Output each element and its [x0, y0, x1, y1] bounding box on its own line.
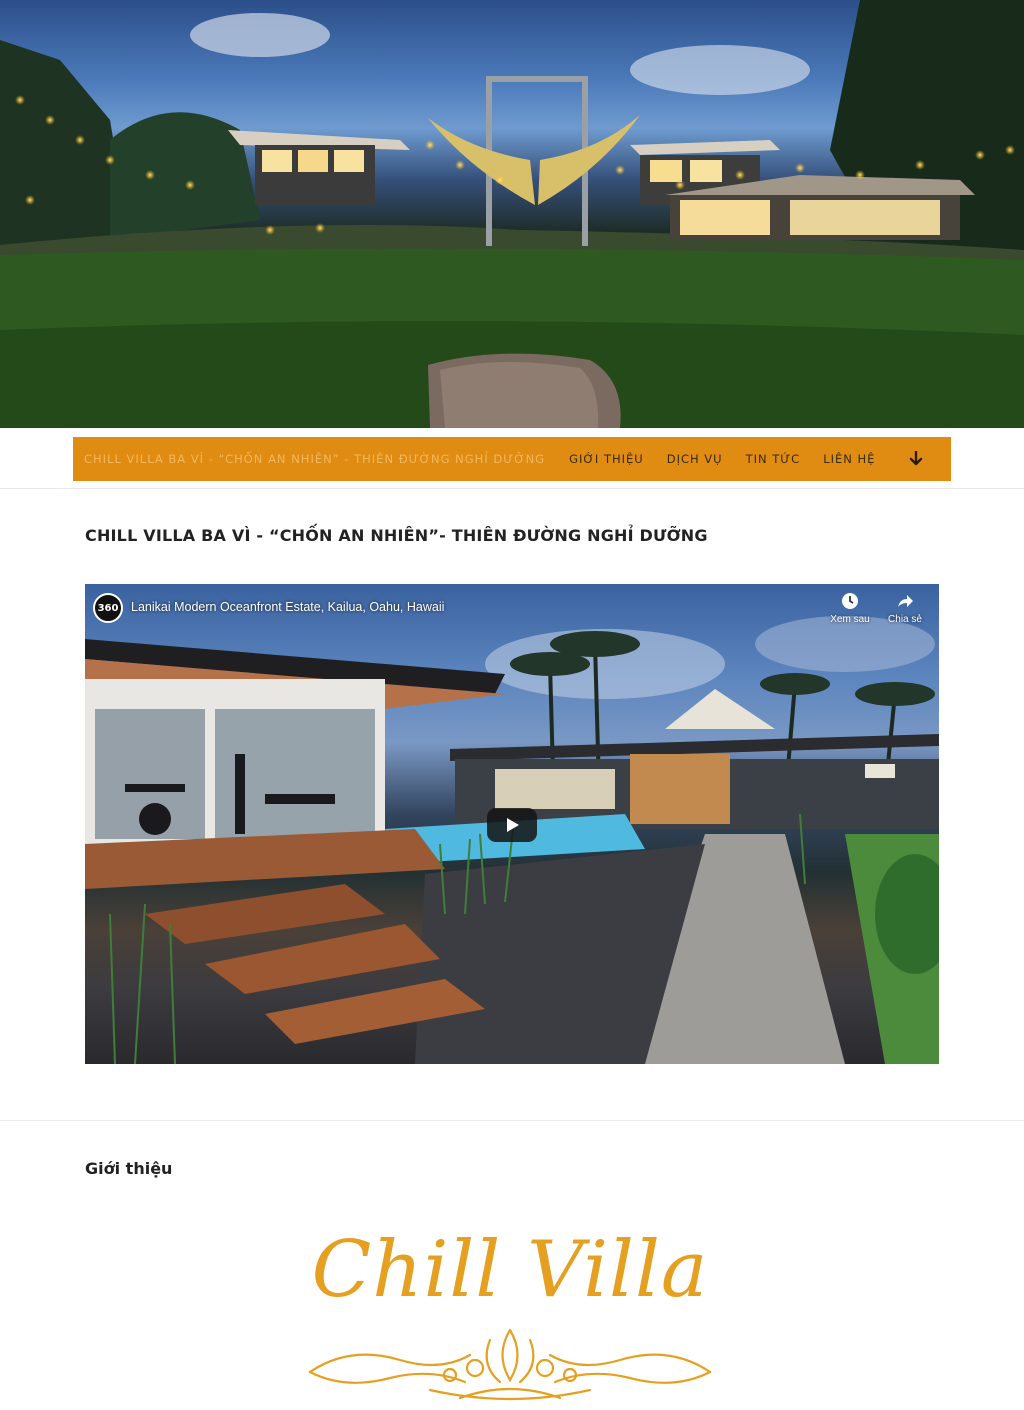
nav-item-dich-vu[interactable]: DỊCH VỤ: [667, 452, 723, 466]
section-divider: [0, 1120, 1024, 1121]
play-icon: [507, 818, 519, 832]
nav-item-home[interactable]: CHILL VILLA BA VÌ - “CHỐN AN NHIÊN” - TH…: [84, 452, 545, 466]
hero-villa-illustration: [0, 0, 1024, 428]
chill-villa-logo: Chill Villa: [290, 1225, 730, 1410]
nav-item-tin-tuc[interactable]: TIN TỨC: [746, 452, 801, 466]
share-label: Chia sẻ: [888, 614, 922, 625]
watch-later-label: Xem sau: [830, 614, 870, 625]
share-arrow-icon: [898, 595, 913, 607]
share-button[interactable]: Chia sẻ: [880, 592, 930, 625]
watch-later-button[interactable]: Xem sau: [825, 592, 875, 625]
video-player[interactable]: 360 Lanikai Modern Oceanfront Estate, Ka…: [85, 584, 939, 1064]
clock-icon: [842, 593, 858, 609]
ornament-flourish: [308, 1328, 712, 1401]
section-title: Giới thiệu: [85, 1159, 173, 1178]
video-title[interactable]: Lanikai Modern Oceanfront Estate, Kailua…: [131, 600, 444, 614]
nav-menu: CHILL VILLA BA VÌ - “CHỐN AN NHIÊN” - TH…: [73, 437, 951, 481]
hero-image: [0, 0, 1024, 428]
nav-item-lien-he[interactable]: LIÊN HỆ: [823, 452, 875, 466]
channel-360-badge[interactable]: 360: [93, 593, 123, 623]
page-title: CHILL VILLA BA VÌ - “CHỐN AN NHIÊN”- THI…: [85, 526, 708, 545]
navigation-bar: CHILL VILLA BA VÌ - “CHỐN AN NHIÊN” - TH…: [0, 428, 1024, 489]
nav-item-gioi-thieu[interactable]: GIỚI THIỆU: [569, 452, 644, 466]
arrow-down-icon[interactable]: [907, 450, 925, 468]
play-button[interactable]: [487, 808, 537, 842]
logo-text: Chill Villa: [311, 1225, 709, 1315]
